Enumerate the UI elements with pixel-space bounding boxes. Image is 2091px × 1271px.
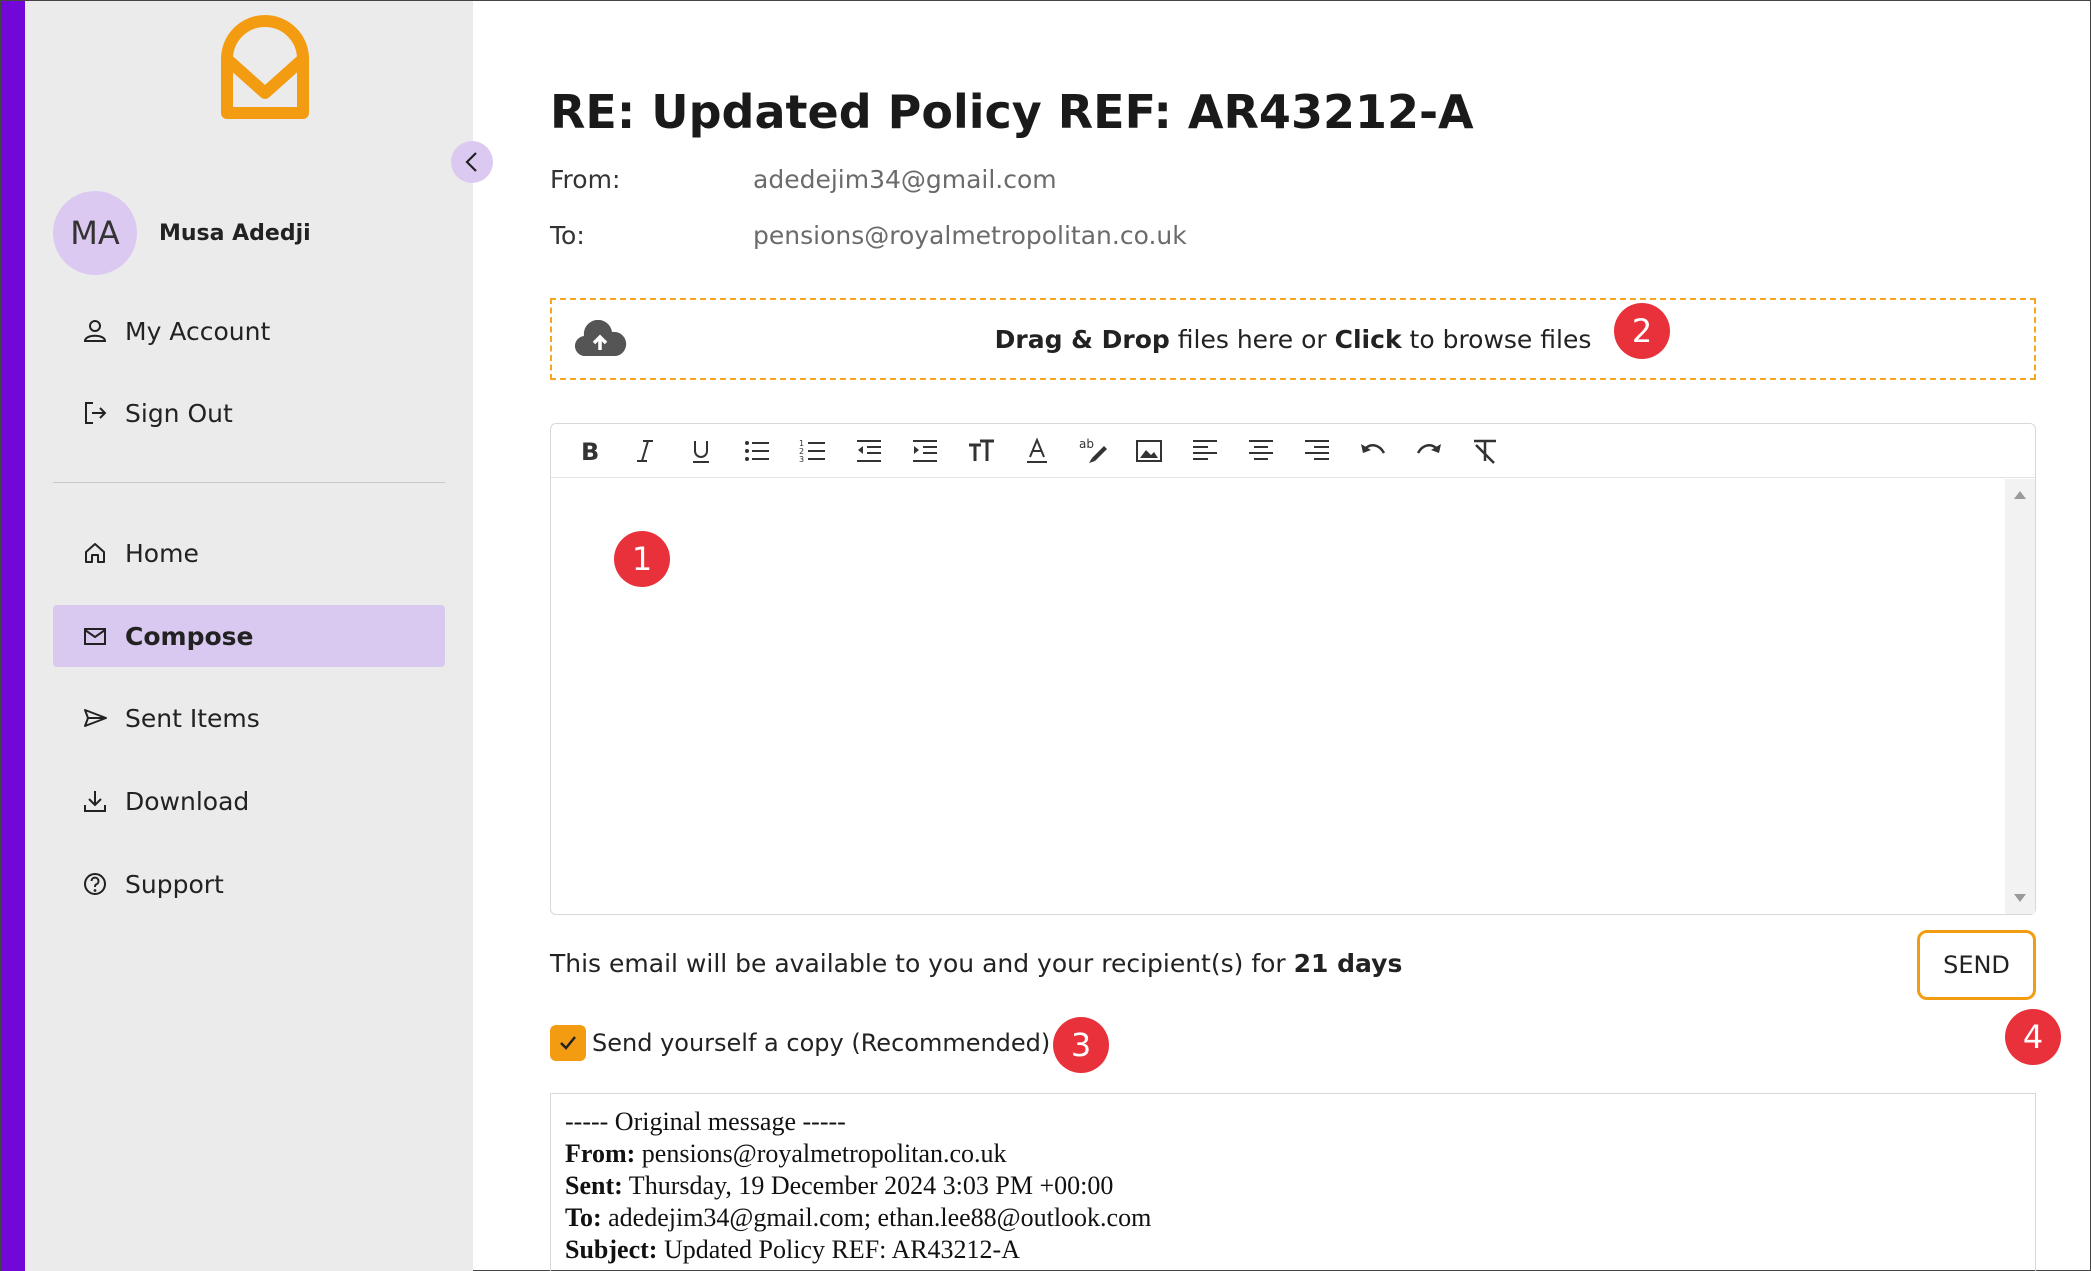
- nav-download[interactable]: Download: [53, 770, 445, 832]
- original-subject: Subject: Updated Policy REF: AR43212-A: [565, 1235, 1020, 1264]
- align-left-icon: [1193, 439, 1217, 460]
- user-name: Musa Adedji: [159, 220, 311, 246]
- brand-bar: [1, 1, 25, 1271]
- nav-support[interactable]: Support: [53, 853, 445, 915]
- original-from: From: pensions@royalmetropolitan.co.uk: [565, 1139, 1007, 1168]
- step-badge-3: 3: [1053, 1017, 1109, 1073]
- insert-image-button[interactable]: [1121, 429, 1177, 473]
- step-badge-4: 4: [2005, 1009, 2061, 1065]
- step-badge-2: 2: [1614, 303, 1670, 359]
- underline-button[interactable]: [673, 429, 729, 473]
- redo-button[interactable]: [1401, 429, 1457, 473]
- font-size-button[interactable]: [953, 429, 1009, 473]
- nav-label: Support: [125, 869, 224, 899]
- bullet-list-icon: [745, 440, 769, 461]
- sidebar: MA Musa Adedji My Account Sign Out Home …: [25, 1, 493, 1271]
- from-row: From: adedejim34@gmail.com: [550, 165, 1057, 194]
- editor-scrollbar[interactable]: [2005, 479, 2035, 914]
- svg-text:3: 3: [799, 455, 804, 464]
- step-badge-1: 1: [614, 531, 670, 587]
- align-left-button[interactable]: [1177, 429, 1233, 473]
- svg-text:ab: ab: [1079, 437, 1094, 451]
- bold-button[interactable]: B: [561, 429, 617, 473]
- italic-icon: [637, 439, 653, 462]
- indent-icon: [913, 439, 937, 462]
- nav-home[interactable]: Home: [53, 522, 445, 584]
- to-value: pensions@royalmetropolitan.co.uk: [753, 221, 1187, 250]
- italic-button[interactable]: [617, 429, 673, 473]
- compose-area: RE: Updated Policy REF: AR43212-A From: …: [473, 1, 2091, 1271]
- align-right-icon: [1305, 439, 1329, 460]
- app-logo-icon: [221, 15, 309, 119]
- nav-my-account[interactable]: My Account: [53, 300, 445, 362]
- availability-notice: This email will be available to you and …: [550, 949, 1403, 978]
- send-button[interactable]: SEND: [1917, 930, 2036, 1000]
- nav-label: Sign Out: [125, 398, 233, 428]
- clear-format-icon: [1474, 439, 1496, 464]
- highlight-button[interactable]: ab: [1065, 429, 1121, 473]
- email-subject: RE: Updated Policy REF: AR43212-A: [550, 85, 1474, 139]
- sign-out-icon: [85, 402, 107, 424]
- align-center-button[interactable]: [1233, 429, 1289, 473]
- checkmark-icon: [560, 1036, 576, 1050]
- clear-format-button[interactable]: [1457, 429, 1513, 473]
- font-color-icon: [1027, 436, 1047, 463]
- message-body-input[interactable]: [551, 479, 2005, 914]
- cloud-upload-icon: [575, 320, 627, 357]
- original-message: ----- Original message ----- From: pensi…: [550, 1093, 2036, 1271]
- envelope-icon: [84, 628, 106, 645]
- underline-icon: [693, 440, 709, 463]
- undo-button[interactable]: [1345, 429, 1401, 473]
- avatar: MA: [53, 191, 137, 275]
- availability-days: 21 days: [1293, 949, 1403, 978]
- undo-icon: [1361, 443, 1386, 454]
- help-icon: [84, 873, 106, 895]
- highlight-icon: ab: [1079, 437, 1107, 463]
- nav-label: Sent Items: [125, 703, 260, 733]
- send-icon: [84, 709, 107, 727]
- nav-sent-items[interactable]: Sent Items: [53, 687, 445, 749]
- nav-label: Compose: [125, 621, 254, 651]
- image-icon: [1136, 439, 1162, 462]
- from-label: From:: [550, 165, 621, 194]
- scroll-down-arrow-icon[interactable]: [2014, 894, 2026, 902]
- send-copy-checkbox[interactable]: [550, 1025, 586, 1061]
- outdent-button[interactable]: [841, 429, 897, 473]
- align-right-button[interactable]: [1289, 429, 1345, 473]
- send-copy-label: Send yourself a copy (Recommended): [592, 1029, 1051, 1057]
- file-dropzone[interactable]: Drag & Drop files here or Click to brows…: [550, 298, 2036, 380]
- original-to: To: adedejim34@gmail.com; ethan.lee88@ou…: [565, 1203, 1152, 1232]
- redo-icon: [1416, 443, 1441, 454]
- outdent-icon: [857, 439, 881, 462]
- nav-label: Download: [125, 786, 250, 816]
- nav-sign-out[interactable]: Sign Out: [53, 382, 445, 444]
- send-copy-option[interactable]: Send yourself a copy (Recommended): [550, 1025, 1050, 1061]
- to-row: To: pensions@royalmetropolitan.co.uk: [550, 221, 1187, 250]
- nav-compose[interactable]: Compose: [53, 605, 445, 667]
- nav-label: My Account: [125, 316, 271, 346]
- original-sent: Sent: Thursday, 19 December 2024 3:03 PM…: [565, 1171, 1114, 1200]
- font-color-button[interactable]: [1009, 429, 1065, 473]
- original-header: ----- Original message -----: [565, 1107, 846, 1136]
- from-value: adedejim34@gmail.com: [753, 165, 1057, 194]
- font-size-icon: [969, 439, 994, 461]
- dropzone-text: Drag & Drop files here or Click to brows…: [994, 324, 1592, 354]
- numbered-list-button[interactable]: 123: [785, 429, 841, 473]
- to-label: To:: [550, 221, 585, 250]
- download-icon: [84, 791, 106, 812]
- nav-label: Home: [125, 538, 199, 568]
- user-icon: [83, 320, 107, 342]
- align-center-icon: [1249, 439, 1273, 460]
- sidebar-divider: [53, 482, 445, 483]
- home-icon: [85, 543, 105, 563]
- numbered-list-icon: 123: [799, 439, 825, 464]
- indent-button[interactable]: [897, 429, 953, 473]
- message-editor: B 123 ab: [550, 423, 2036, 915]
- editor-toolbar: B 123 ab: [551, 424, 2035, 478]
- svg-text:B: B: [581, 438, 599, 466]
- user-profile: MA Musa Adedji: [53, 191, 311, 275]
- scroll-up-arrow-icon[interactable]: [2014, 491, 2026, 499]
- bullet-list-button[interactable]: [729, 429, 785, 473]
- bold-icon: B: [581, 438, 599, 466]
